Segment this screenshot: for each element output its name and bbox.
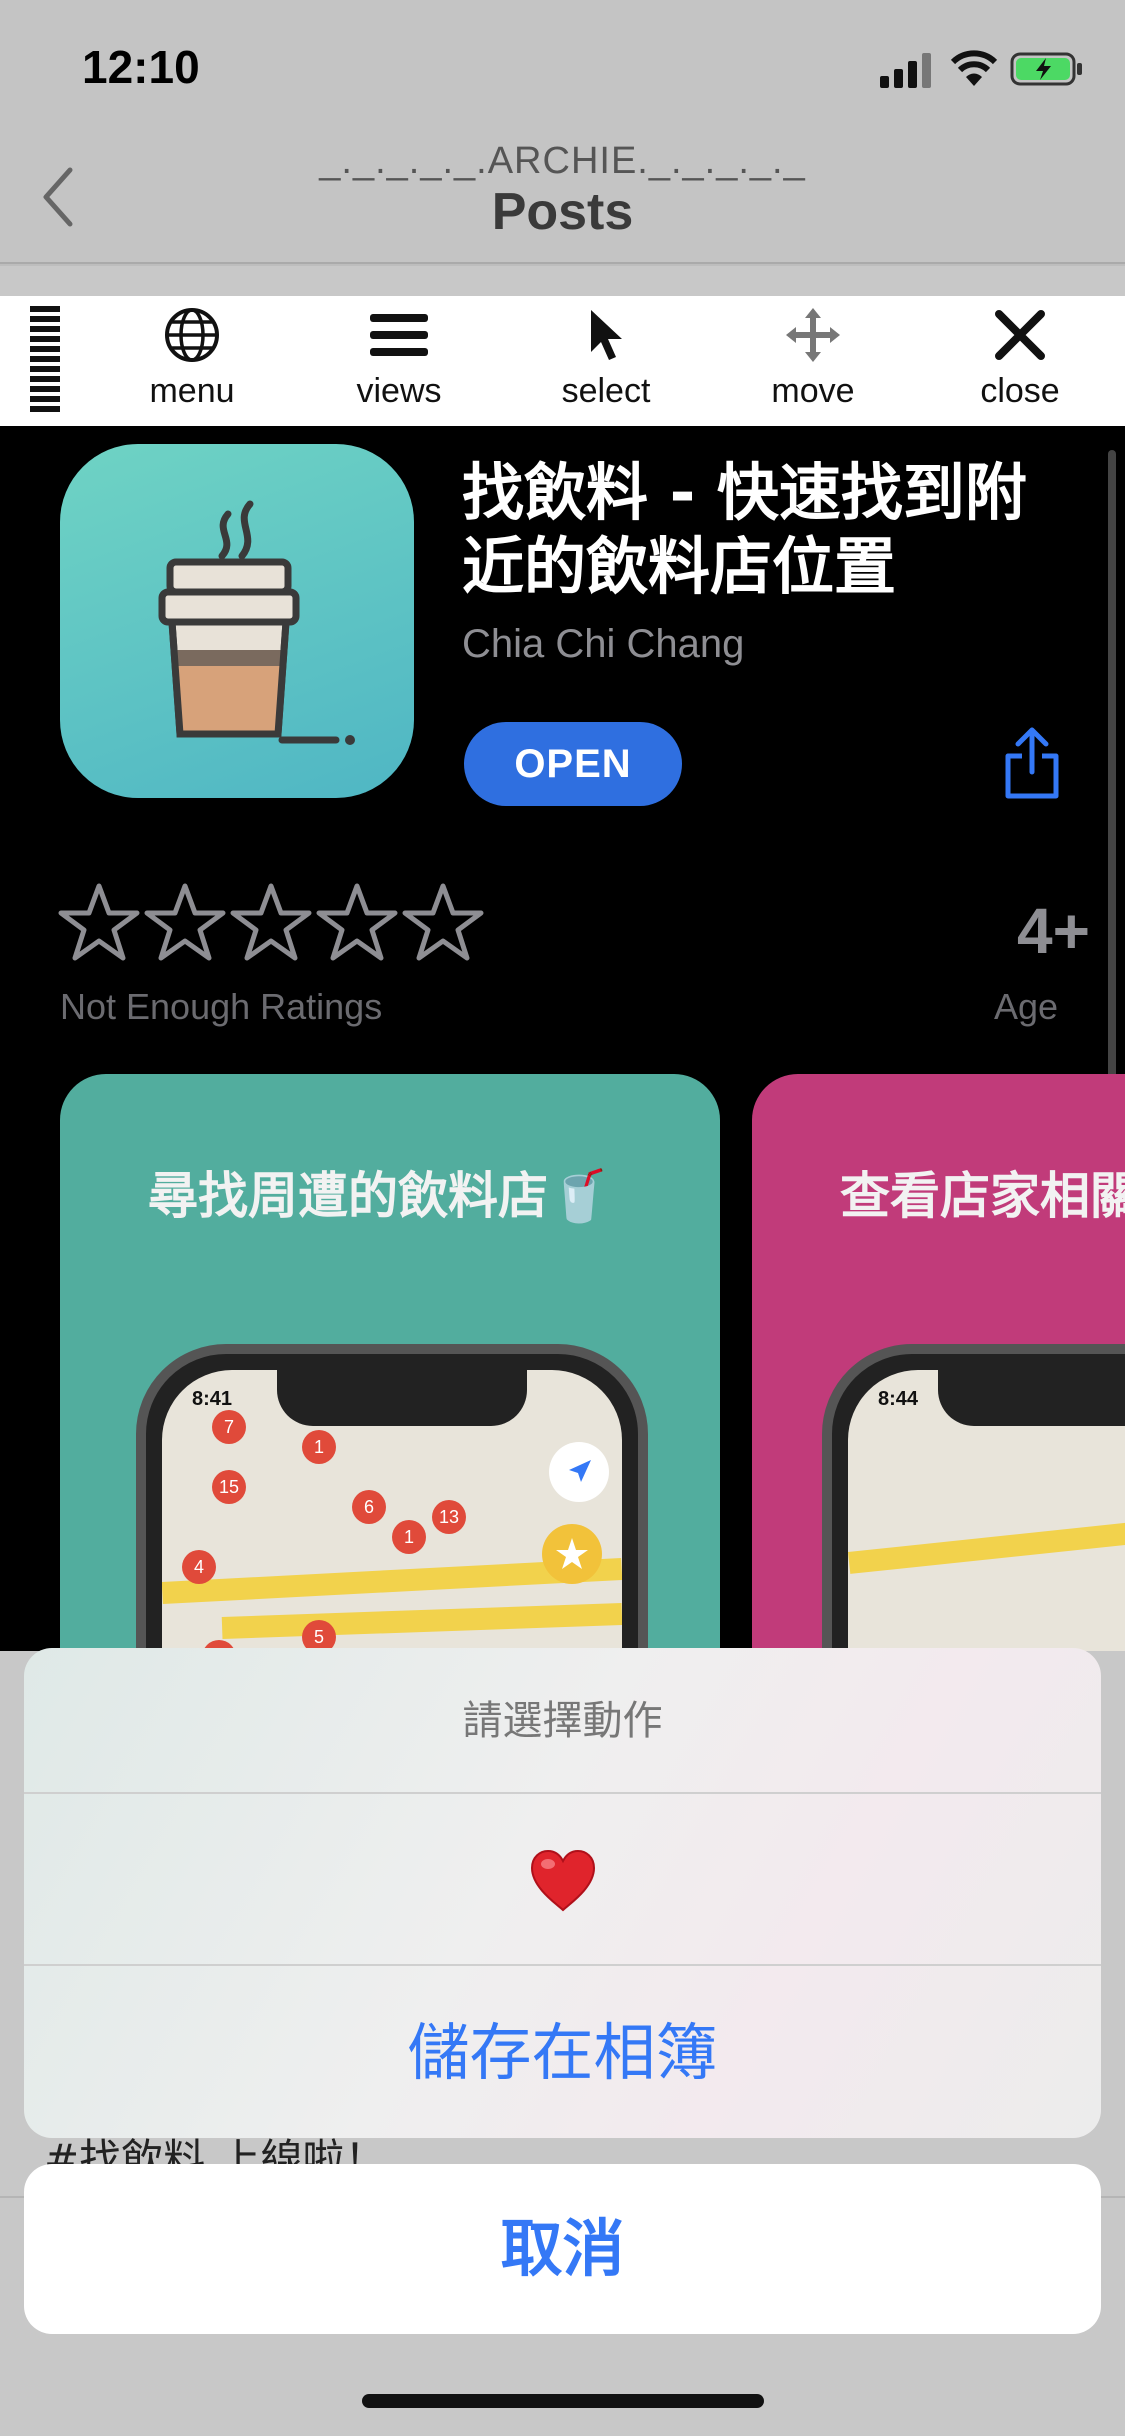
star-empty-icon xyxy=(230,883,312,961)
toolbar-views-label: views xyxy=(356,372,442,410)
heart-icon xyxy=(530,1849,596,1912)
toolbar-move-label: move xyxy=(771,372,855,410)
star-empty-icon xyxy=(402,883,484,961)
drag-handle[interactable] xyxy=(30,306,60,416)
toolbar-select-label: select xyxy=(561,372,651,410)
screenshot-caption: 查看店家相關 xyxy=(840,1167,1125,1225)
action-sheet: 請選擇動作 儲存在相簿 xyxy=(24,1648,1101,2138)
close-icon xyxy=(995,310,1045,360)
toolbar-menu-button[interactable]: menu xyxy=(117,306,267,422)
app-developer[interactable]: Chia Chi Chang xyxy=(462,622,744,667)
ratings-text: Not Enough Ratings xyxy=(60,986,383,1027)
star-empty-icon xyxy=(58,883,140,961)
star-empty-icon xyxy=(144,883,226,961)
age-rating-value: 4+ xyxy=(1017,895,1090,967)
phone-time: 8:44 xyxy=(878,1388,919,1410)
cancel-button[interactable]: 取消 xyxy=(24,2164,1101,2334)
save-to-album-button[interactable]: 儲存在相簿 xyxy=(24,1968,1101,2138)
phone-time: 8:41 xyxy=(192,1388,233,1410)
phone-mockup: 8:44 xyxy=(822,1344,1125,1651)
move-arrows-icon xyxy=(786,308,840,362)
nav-username: _._._._._.ARCHIE._._._._._ xyxy=(319,140,806,182)
phone-mockup: 8:41 7 1 15 6 1 13 4 5 16 xyxy=(136,1344,648,1651)
app-title: 找飲料 - 快速找到附近的飲料店位置 xyxy=(462,456,1027,603)
toolbar-select-button[interactable]: select xyxy=(531,306,681,422)
floating-toolbar: menu views select move close xyxy=(0,296,1125,426)
cellular-signal-icon xyxy=(880,53,931,88)
scroll-indicator xyxy=(1108,450,1116,1170)
rating-stars xyxy=(58,882,488,962)
wifi-icon xyxy=(950,50,998,86)
toolbar-views-button[interactable]: views xyxy=(324,306,474,422)
app-screenshot-2[interactable]: 查看店家相關 8:44 xyxy=(752,1074,1125,1651)
nav-title: Posts xyxy=(491,183,634,241)
app-screenshot-1[interactable]: 尋找周遭的飲料店🥤 8:41 7 1 15 6 1 13 4 5 16 xyxy=(60,1074,720,1651)
map-screen: 8:44 xyxy=(848,1370,1125,1651)
share-icon[interactable] xyxy=(1000,726,1064,800)
like-action[interactable] xyxy=(24,1796,1101,1966)
battery-icon xyxy=(1010,52,1082,86)
drink-cup-icon xyxy=(158,500,355,745)
toolbar-move-button[interactable]: move xyxy=(738,306,888,422)
open-button[interactable]: OPEN xyxy=(464,722,682,806)
status-time: 12:10 xyxy=(82,41,200,93)
favorite-star-icon xyxy=(542,1524,602,1584)
status-bar: 12:10 xyxy=(0,0,1125,132)
hamburger-icon xyxy=(370,314,428,356)
app-store-card[interactable]: 找飲料 - 快速找到附近的飲料店位置 Chia Chi Chang OPEN N… xyxy=(0,426,1125,1651)
globe-icon xyxy=(165,308,219,362)
navigation-bar: _._._._._.ARCHIE._._._._._ Posts xyxy=(0,132,1125,264)
map-screen: 8:41 7 1 15 6 1 13 4 5 16 xyxy=(162,1370,622,1651)
toolbar-close-button[interactable]: close xyxy=(945,306,1095,422)
app-icon xyxy=(60,444,414,798)
age-rating-label: Age xyxy=(993,986,1058,1027)
screenshot-caption: 尋找周遭的飲料店🥤 xyxy=(148,1167,611,1225)
location-arrow-icon xyxy=(549,1442,609,1502)
action-sheet-title: 請選擇動作 xyxy=(24,1648,1101,1794)
toolbar-close-label: close xyxy=(980,372,1060,410)
star-empty-icon xyxy=(316,883,398,961)
home-indicator[interactable] xyxy=(362,2394,764,2408)
toolbar-menu-label: menu xyxy=(149,372,235,410)
cursor-icon xyxy=(591,310,622,360)
